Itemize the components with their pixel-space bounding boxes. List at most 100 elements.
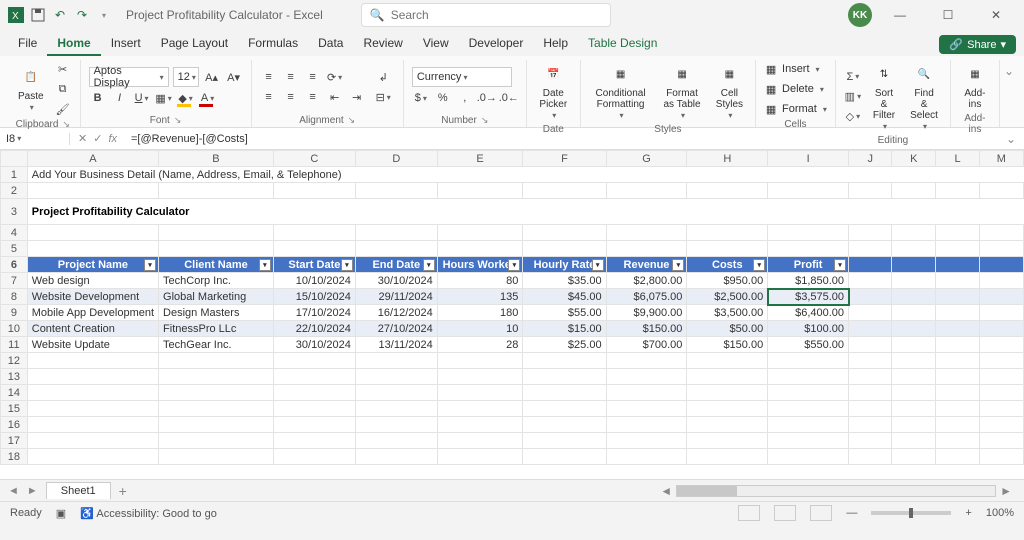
cell[interactable] [979, 369, 1023, 385]
cell[interactable] [892, 305, 936, 321]
cell[interactable] [687, 401, 768, 417]
cell[interactable] [523, 449, 606, 465]
table-header[interactable]: Project Name▾ [27, 257, 158, 273]
cell[interactable]: $3,500.00 [687, 305, 768, 321]
cell[interactable] [892, 321, 936, 337]
page-break-view-button[interactable] [810, 505, 832, 521]
addins-button[interactable]: ▦Add-ins [959, 60, 991, 112]
cell[interactable]: $35.00 [523, 273, 606, 289]
cell[interactable] [606, 385, 687, 401]
align-left-button[interactable]: ≡ [260, 88, 278, 106]
tab-help[interactable]: Help [533, 32, 578, 56]
align-middle-button[interactable]: ≡ [282, 68, 300, 86]
row-header[interactable]: 10 [1, 321, 28, 337]
cell[interactable]: 17/10/2024 [273, 305, 355, 321]
italic-button[interactable]: I [111, 89, 129, 107]
cell[interactable] [979, 401, 1023, 417]
cut-button[interactable]: ✂ [54, 60, 72, 78]
fill-color-button[interactable]: ◆▾ [177, 89, 195, 107]
cell[interactable]: 180 [437, 305, 523, 321]
cell[interactable] [355, 353, 437, 369]
undo-icon[interactable]: ↶ [52, 7, 68, 23]
cell[interactable] [892, 337, 936, 353]
cell[interactable] [687, 417, 768, 433]
column-header-H[interactable]: H [687, 151, 768, 167]
cell[interactable]: Mobile App Development [27, 305, 158, 321]
cell[interactable] [979, 449, 1023, 465]
page-layout-view-button[interactable] [774, 505, 796, 521]
cell[interactable] [979, 433, 1023, 449]
tab-formulas[interactable]: Formulas [238, 32, 308, 56]
cell[interactable] [687, 433, 768, 449]
cell-styles-button[interactable]: ▦Cell Styles▾ [712, 60, 747, 123]
cell[interactable] [979, 337, 1023, 353]
cell[interactable]: $700.00 [606, 337, 687, 353]
cell[interactable] [437, 241, 523, 257]
cell[interactable]: Website Development [27, 289, 158, 305]
cell[interactable] [523, 225, 606, 241]
conditional-formatting-button[interactable]: ▦Conditional Formatting▾ [589, 60, 653, 123]
cell[interactable] [849, 289, 892, 305]
font-size-select[interactable]: 12▾ [173, 67, 199, 87]
add-sheet-button[interactable]: + [119, 483, 127, 499]
cell[interactable]: 15/10/2024 [273, 289, 355, 305]
increase-decimal-button[interactable]: .0→ [478, 89, 496, 107]
cell[interactable]: 27/10/2024 [355, 321, 437, 337]
cell[interactable] [849, 337, 892, 353]
decrease-font-button[interactable]: A▾ [225, 68, 243, 86]
cell[interactable]: Content Creation [27, 321, 158, 337]
cell[interactable] [437, 183, 523, 199]
cell[interactable] [936, 433, 980, 449]
column-header-G[interactable]: G [606, 151, 687, 167]
cell[interactable] [606, 433, 687, 449]
cell[interactable] [936, 369, 980, 385]
alignment-launcher[interactable]: ↘ [348, 115, 356, 126]
comma-button[interactable]: , [456, 89, 474, 107]
number-format-select[interactable]: Currency▾ [412, 67, 512, 87]
cell[interactable]: $950.00 [687, 273, 768, 289]
sort-filter-button[interactable]: ⇅Sort & Filter▾ [868, 60, 900, 134]
filter-dropdown-icon[interactable]: ▾ [592, 259, 604, 271]
cell[interactable] [355, 401, 437, 417]
cell[interactable] [936, 183, 980, 199]
row-header[interactable]: 12 [1, 353, 28, 369]
cell[interactable]: 10 [437, 321, 523, 337]
row-header[interactable]: 17 [1, 433, 28, 449]
cell[interactable] [606, 225, 687, 241]
cell[interactable] [892, 369, 936, 385]
cell[interactable] [355, 385, 437, 401]
cell[interactable] [849, 305, 892, 321]
cell[interactable] [355, 449, 437, 465]
cell[interactable] [979, 273, 1023, 289]
cell[interactable] [936, 257, 980, 273]
cell[interactable]: $2,500.00 [687, 289, 768, 305]
cell[interactable] [892, 273, 936, 289]
cell[interactable]: 29/11/2024 [355, 289, 437, 305]
cell[interactable]: $45.00 [523, 289, 606, 305]
cell[interactable] [936, 321, 980, 337]
tab-file[interactable]: File [8, 32, 47, 56]
cell[interactable] [273, 225, 355, 241]
cell[interactable] [523, 417, 606, 433]
user-avatar[interactable]: KK [848, 3, 872, 27]
zoom-slider[interactable] [871, 511, 951, 515]
column-header-J[interactable]: J [849, 151, 892, 167]
cell[interactable] [355, 241, 437, 257]
column-header-C[interactable]: C [273, 151, 355, 167]
tab-review[interactable]: Review [353, 32, 412, 56]
cell[interactable]: $15.00 [523, 321, 606, 337]
cell[interactable] [523, 353, 606, 369]
row-header[interactable]: 15 [1, 401, 28, 417]
qat-dropdown-icon[interactable]: ▾ [96, 7, 112, 23]
cell[interactable] [687, 183, 768, 199]
format-painter-button[interactable]: 🖌 [54, 100, 72, 118]
filter-dropdown-icon[interactable]: ▾ [144, 259, 156, 271]
cell[interactable] [437, 225, 523, 241]
column-header-I[interactable]: I [768, 151, 849, 167]
table-header[interactable]: Costs▾ [687, 257, 768, 273]
cell[interactable] [273, 401, 355, 417]
row-header[interactable]: 5 [1, 241, 28, 257]
cell[interactable] [849, 369, 892, 385]
cell[interactable] [273, 369, 355, 385]
merge-center-button[interactable]: ⊟▾ [372, 88, 395, 106]
